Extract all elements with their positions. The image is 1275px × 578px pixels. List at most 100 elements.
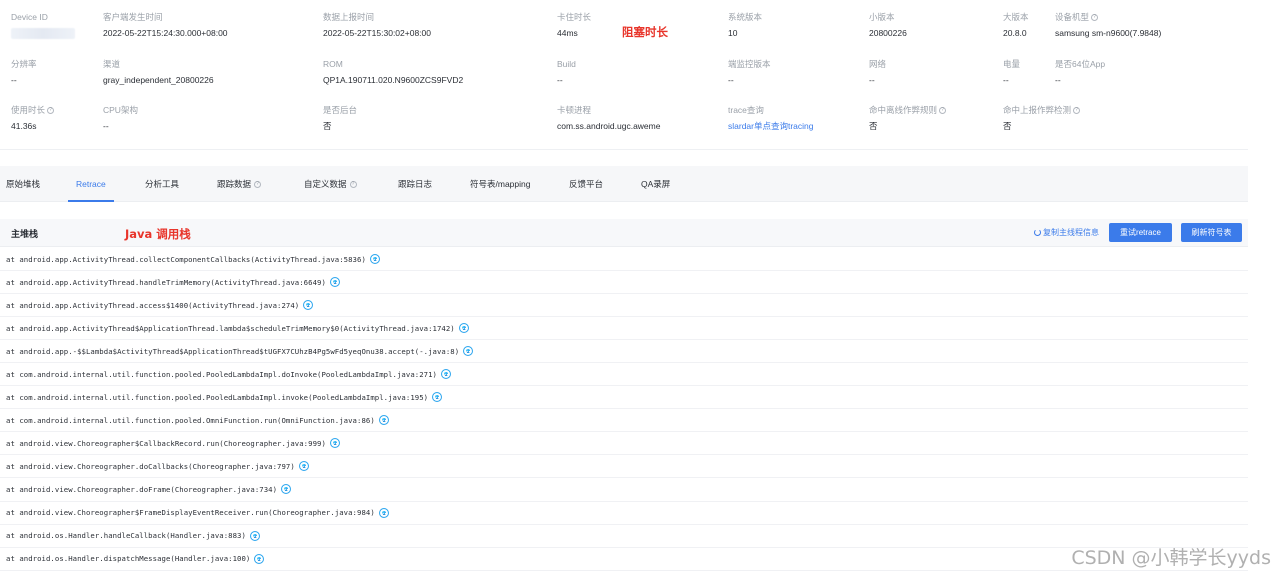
symbolicate-icon[interactable]	[329, 438, 340, 449]
info-report-time: 数据上报时间 2022-05-22T15:30:02+08:00	[323, 8, 431, 48]
info-row: 分辨率 -- 渠道 gray_independent_20800226 ROM …	[0, 55, 1248, 95]
info-network: 网络 --	[869, 55, 886, 95]
tab-label: 分析工具	[145, 178, 180, 189]
tab-symbol-mapping[interactable]: 符号表/mapping	[470, 166, 530, 202]
tab-analysis-tools[interactable]: 分析工具	[145, 166, 179, 202]
info-block-process: 卡顿进程 com.ss.android.ugc.aweme	[557, 101, 660, 141]
symbolicate-icon[interactable]	[432, 392, 443, 403]
tab-feedback[interactable]: 反馈平台	[569, 166, 603, 202]
info-report-cheat-check: 命中上报作弊检测? 否	[1003, 101, 1081, 141]
info-rom: ROM QP1A.190711.020.N9600ZCS9FVD2	[323, 55, 463, 95]
symbolicate-icon[interactable]	[458, 323, 469, 334]
help-icon[interactable]: ?	[1091, 13, 1099, 21]
symbolicate-icon[interactable]	[329, 277, 340, 288]
stack-frame: at android.app.ActivityThread.access$140…	[0, 294, 1248, 318]
stack-frame: at android.view.Choreographer.doFrame(Ch…	[0, 478, 1248, 502]
tab-label: 原始堆栈	[6, 178, 41, 189]
frame-text: at android.app.-$$Lambda$ActivityThread$…	[6, 346, 460, 356]
tab-label: Retrace	[76, 178, 106, 189]
symbolicate-icon[interactable]	[463, 346, 474, 357]
tab-trace-log[interactable]: 跟踪日志	[398, 166, 432, 202]
help-icon[interactable]: ?	[254, 180, 262, 188]
tab-trace-data[interactable]: 跟踪数据?	[217, 166, 262, 202]
info-battery: 电量 --	[1003, 55, 1020, 95]
tab-label: 自定义数据	[304, 178, 347, 189]
info-label: 客户端发生时间	[103, 12, 163, 22]
symbolicate-icon[interactable]	[378, 507, 389, 518]
info-resolution: 分辨率 --	[11, 55, 37, 95]
tab-retrace[interactable]: Retrace	[68, 166, 114, 202]
info-value: 44ms	[557, 28, 578, 38]
frame-text: at android.os.Handler.dispatchMessage(Ha…	[6, 554, 251, 564]
stack-title: 主堆栈	[11, 229, 39, 239]
info-value: --	[1055, 75, 1061, 85]
info-label: 渠道	[103, 59, 121, 69]
info-row: 使用时长? 41.36s CPU架构 -- 是否后台 否 卡顿进程 com.ss…	[0, 101, 1248, 141]
info-device-model: 设备机型? samsung sm-n9600(7.9848)	[1055, 8, 1161, 48]
symbolicate-icon[interactable]	[249, 530, 260, 541]
tab-label: 符号表/mapping	[470, 178, 531, 189]
info-device-id: Device ID	[11, 8, 75, 48]
info-label: 使用时长	[11, 105, 46, 115]
help-icon[interactable]: ?	[349, 180, 357, 188]
stack-frame: at android.view.Choreographer$CallbackRe…	[0, 432, 1248, 456]
stack-frame: at android.view.Choreographer.doCallback…	[0, 455, 1248, 479]
frame-text: at android.view.Choreographer$CallbackRe…	[6, 438, 326, 448]
retry-retrace-button[interactable]: 重试retrace	[1109, 223, 1172, 242]
java-stack-annotation: Java 调用栈	[125, 227, 191, 241]
copy-main-thread-link[interactable]: 复制主线程信息	[1034, 227, 1099, 238]
info-is-64bit: 是否64位App --	[1055, 55, 1105, 95]
info-value: samsung sm-n9600(7.9848)	[1055, 28, 1162, 38]
info-os-version: 系统版本 10	[728, 8, 762, 48]
symbolicate-icon[interactable]	[298, 461, 309, 472]
info-value: 否	[869, 121, 878, 131]
info-value: --	[11, 75, 17, 85]
info-trace-query: trace查询 slardar单点查询tracing	[728, 101, 814, 141]
refresh-symbols-button[interactable]: 刷新符号表	[1181, 223, 1242, 242]
crash-info-panel: Device ID 客户端发生时间 2022-05-22T15:24:30.00…	[0, 0, 1248, 150]
tab-raw-stack[interactable]: 原始堆栈	[6, 166, 40, 202]
tab-qa-recording[interactable]: QA录屏	[641, 166, 670, 202]
info-label: 系统版本	[728, 12, 763, 22]
csdn-watermark: CSDN @小韩学长yyds	[1071, 547, 1271, 569]
symbolicate-icon[interactable]	[303, 300, 314, 311]
info-label: 电量	[1003, 59, 1021, 69]
info-label: 命中离线作弊规则	[869, 105, 938, 115]
info-label: Device ID	[11, 12, 48, 22]
frame-text: at com.android.internal.util.function.po…	[6, 369, 437, 379]
info-value: 20.8.0	[1003, 28, 1027, 38]
info-value: 2022-05-22T15:24:30.000+08:00	[103, 28, 228, 38]
symbolicate-icon[interactable]	[378, 415, 389, 426]
info-minor-version: 小版本 20800226	[869, 8, 907, 48]
help-icon[interactable]: ?	[939, 106, 947, 114]
help-icon[interactable]: ?	[47, 106, 55, 114]
info-label: 是否后台	[323, 105, 358, 115]
stack-frame: at com.android.internal.util.function.po…	[0, 409, 1248, 433]
symbolicate-icon[interactable]	[440, 369, 451, 380]
stack-frame: at android.os.Handler.dispatchMessage(Ha…	[0, 548, 1248, 571]
info-value: 41.36s	[11, 121, 37, 131]
tab-custom-data[interactable]: 自定义数据?	[304, 166, 357, 202]
symbolicate-icon[interactable]	[281, 484, 292, 495]
frame-text: at android.view.Choreographer.doFrame(Ch…	[6, 484, 278, 494]
info-label: trace查询	[728, 105, 764, 115]
stack-frame: at android.app.-$$Lambda$ActivityThread$…	[0, 340, 1248, 364]
info-value: --	[728, 75, 734, 85]
info-cpu-arch: CPU架构 --	[103, 101, 138, 141]
help-icon[interactable]: ?	[1073, 106, 1081, 114]
detail-tabs: 原始堆栈 Retrace 分析工具 跟踪数据? 自定义数据? 跟踪日志 符号表/…	[0, 166, 1248, 202]
info-label: 是否64位App	[1055, 59, 1106, 69]
tab-label: 跟踪日志	[398, 178, 433, 189]
stack-frame: at android.app.ActivityThread$Applicatio…	[0, 317, 1248, 341]
info-is-background: 是否后台 否	[323, 101, 357, 141]
stack-frame: at android.app.ActivityThread.collectCom…	[0, 248, 1248, 272]
info-value: --	[103, 121, 109, 131]
info-label: 网络	[869, 59, 887, 69]
info-value: --	[869, 75, 875, 85]
trace-query-link[interactable]: slardar单点查询tracing	[728, 119, 814, 133]
symbolicate-icon[interactable]	[369, 254, 380, 265]
symbolicate-icon[interactable]	[254, 553, 265, 564]
info-label: 小版本	[869, 12, 895, 22]
tab-label: 反馈平台	[569, 178, 604, 189]
info-label: CPU架构	[103, 105, 138, 115]
